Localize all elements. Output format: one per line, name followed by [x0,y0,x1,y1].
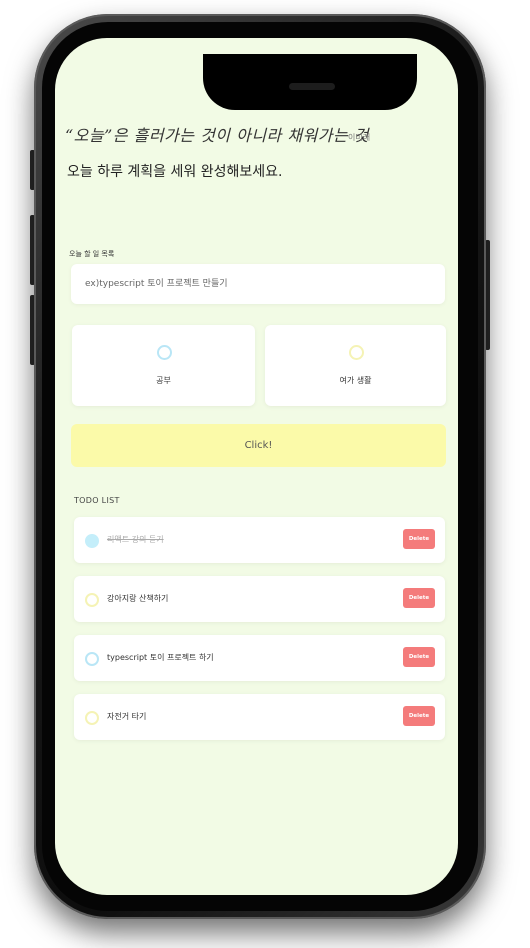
todo-list-title: TODO LIST [74,496,120,505]
delete-button[interactable]: Delete [403,706,435,726]
task-input[interactable] [71,264,445,304]
task-input-label: 오늘 할 일 목록 [69,250,115,258]
todo-check-icon[interactable] [85,652,99,666]
delete-button[interactable]: Delete [403,588,435,608]
todo-item[interactable]: 리액트 강의 듣기 Delete [74,517,445,563]
category-leisure-label: 여가 생활 [339,376,372,385]
todo-item[interactable]: typescript 토이 프로젝트 하기 Delete [74,635,445,681]
todo-text: typescript 토이 프로젝트 하기 [107,653,214,662]
category-radio-icon[interactable] [348,345,364,360]
todo-item[interactable]: 자전거 타기 Delete [74,694,445,740]
todo-check-icon[interactable] [85,711,99,725]
todo-check-icon[interactable] [85,534,99,548]
category-leisure-card[interactable]: 여가 생활 [265,325,446,406]
stage: “오늘”은 흘러가는 것이 아니라 채워가는 것 이미래 오늘 하루 계획을 세… [0,0,530,948]
todo-item[interactable]: 강아지랑 산책하기 Delete [74,576,445,622]
add-todo-button[interactable]: Click! [71,424,446,467]
speaker-grille [289,83,335,90]
page-subtitle: 오늘 하루 계획을 세워 완성해보세요. [67,164,283,180]
todo-text: 리액트 강의 듣기 [107,535,164,544]
todo-text: 강아지랑 산책하기 [107,594,169,603]
category-radio-icon[interactable] [156,345,172,360]
quote-text: “오늘”은 흘러가는 것이 아니라 채워가는 것 [65,126,370,145]
delete-button[interactable]: Delete [403,647,435,667]
phone-notch [203,54,417,110]
quote-author: 이미래 [348,133,371,142]
delete-button[interactable]: Delete [403,529,435,549]
app-screen: “오늘”은 흘러가는 것이 아니라 채워가는 것 이미래 오늘 하루 계획을 세… [55,38,458,895]
todo-text: 자전거 타기 [107,712,147,721]
category-study-label: 공부 [156,376,171,385]
category-study-card[interactable]: 공부 [72,325,255,406]
todo-check-icon[interactable] [85,593,99,607]
